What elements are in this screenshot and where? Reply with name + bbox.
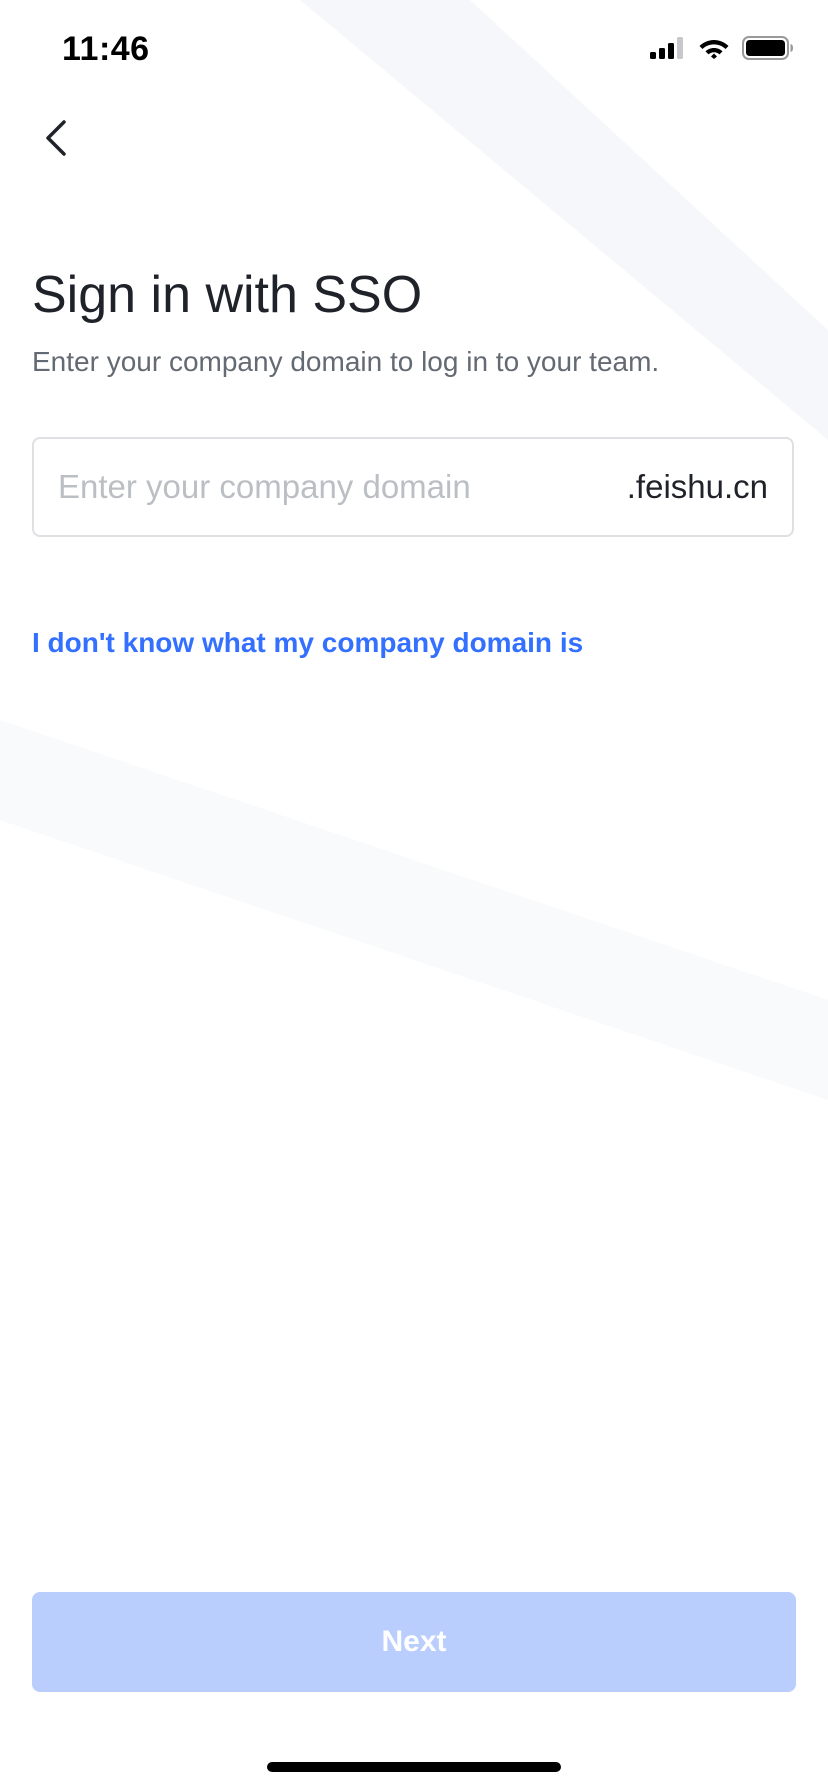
status-bar: 11:46: [0, 0, 828, 100]
status-icons: [650, 36, 794, 60]
cellular-signal-icon: [650, 37, 683, 59]
chevron-left-icon: [46, 120, 66, 156]
page-subtitle: Enter your company domain to log in to y…: [32, 346, 660, 377]
status-time: 11:46: [62, 30, 150, 68]
home-indicator: [267, 1762, 561, 1772]
next-button[interactable]: Next: [32, 1592, 796, 1692]
wifi-icon: [699, 40, 729, 59]
unknown-domain-help-link[interactable]: I don't know what my company domain is: [32, 627, 583, 659]
company-domain-input[interactable]: [58, 468, 615, 506]
domain-suffix: .feishu.cn: [626, 468, 768, 505]
battery-icon: [742, 36, 793, 60]
domain-field[interactable]: .feishu.cn: [32, 437, 794, 537]
page-title: Sign in with SSO: [32, 266, 423, 324]
back-button[interactable]: [28, 110, 84, 166]
